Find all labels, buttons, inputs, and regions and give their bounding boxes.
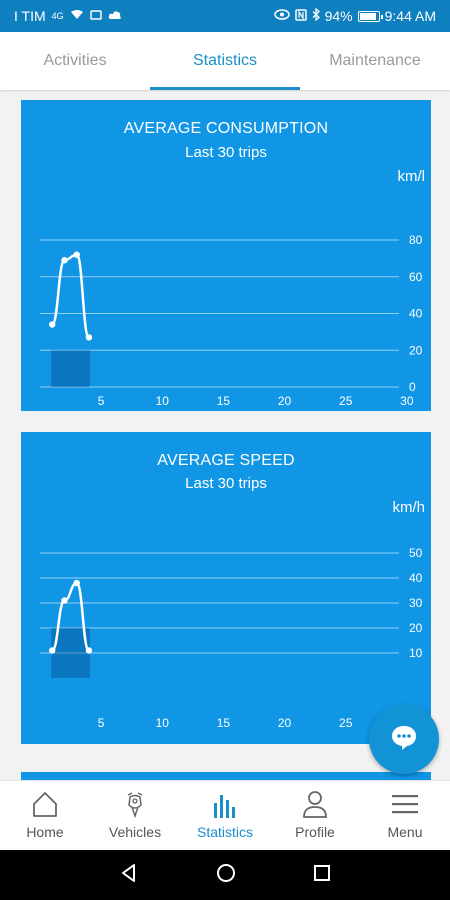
speed-chart: 10 20 30 40 50 5 10 15 20 25 [40, 546, 423, 730]
average-speed-card: AVERAGE SPEED Last 30 trips km/h 10 20 30 4… [21, 432, 431, 744]
network-type-icon: 4G [51, 10, 64, 21]
x-tick-label: 15 [217, 716, 231, 730]
nav-statistics[interactable]: Statistics [180, 781, 270, 850]
menu-icon [391, 787, 419, 821]
x-tick-label: 25 [339, 716, 353, 730]
tab-statistics[interactable]: Statistics [150, 32, 300, 90]
y-tick-label: 10 [409, 646, 423, 660]
home-circle-icon[interactable] [215, 862, 237, 889]
y-tick-label: 80 [409, 233, 423, 247]
statistics-content[interactable]: AVERAGE CONSUMPTION Last 30 trips km/l 0… [0, 90, 450, 780]
nfc-icon [294, 8, 307, 24]
chat-fab-button[interactable] [369, 704, 439, 774]
y-tick-label: 0 [409, 380, 416, 394]
recents-square-icon[interactable] [312, 863, 332, 888]
carrier-label: I TIM [14, 8, 46, 24]
nav-menu[interactable]: Menu [360, 781, 450, 850]
nav-label: Menu [387, 824, 423, 840]
battery-percent: 94% [324, 8, 353, 24]
wifi-icon [70, 9, 84, 23]
nav-home[interactable]: Home [0, 781, 90, 850]
nav-profile[interactable]: Profile [270, 781, 360, 850]
status-bar: I TIM 4G 94% 9:44 AM [0, 0, 450, 32]
back-icon[interactable] [118, 862, 140, 889]
y-tick-label: 40 [409, 571, 423, 585]
tab-maintenance[interactable]: Maintenance [300, 32, 450, 90]
y-tick-label: 40 [409, 307, 423, 321]
profile-icon [301, 787, 329, 821]
app-screen: I TIM 4G 94% 9:44 AM Activities Statisti… [0, 0, 450, 900]
chat-bubble-icon [389, 723, 419, 756]
x-tick-label: 15 [217, 394, 231, 408]
data-point [61, 597, 68, 604]
x-tick-label: 20 [278, 716, 292, 730]
nav-label: Home [26, 824, 64, 840]
clock-time: 9:44 AM [384, 8, 436, 24]
tab-activities[interactable]: Activities [0, 32, 150, 90]
x-tick-label: 5 [98, 394, 105, 408]
home-icon [31, 787, 59, 821]
y-tick-label: 20 [409, 621, 423, 635]
bottom-navigation: Home Vehicles Statistics Profile Menu [0, 780, 450, 850]
next-chart-card [21, 772, 431, 780]
data-point [85, 334, 93, 341]
data-point [73, 251, 80, 258]
usb-icon [89, 9, 102, 23]
system-navigation-bar [0, 850, 450, 900]
tab-label: Maintenance [329, 52, 421, 69]
nav-label: Profile [295, 824, 335, 840]
eye-icon [273, 9, 290, 23]
series-area [51, 350, 90, 387]
y-tick-label: 20 [409, 343, 423, 357]
y-tick-label: 50 [409, 546, 423, 560]
top-tab-bar: Activities Statistics Maintenance [0, 32, 450, 90]
y-tick-label: 30 [409, 596, 423, 610]
data-point [49, 321, 56, 328]
cloud-icon [108, 10, 122, 23]
data-point [73, 579, 80, 587]
tab-label: Activities [43, 52, 107, 69]
x-tick-label: 5 [98, 716, 105, 730]
y-tick-label: 60 [409, 270, 423, 284]
x-tick-label: 10 [156, 394, 170, 408]
nav-vehicles[interactable]: Vehicles [90, 781, 180, 850]
data-point [49, 647, 56, 654]
bluetooth-icon [312, 7, 320, 24]
x-tick-label: 20 [278, 394, 292, 408]
consumption-chart: 0 20 40 60 80 5 10 15 20 25 30 [40, 233, 423, 408]
vehicle-icon [120, 787, 150, 821]
nav-label: Statistics [196, 824, 253, 840]
x-tick-label: 30 [400, 394, 414, 408]
data-point [85, 647, 93, 654]
series-line [50, 253, 91, 339]
bar-chart-icon [212, 787, 238, 821]
average-consumption-card: AVERAGE CONSUMPTION Last 30 trips km/l 0… [21, 100, 431, 411]
tab-label: Statistics [192, 52, 257, 69]
data-point [61, 257, 68, 264]
nav-label: Vehicles [108, 824, 162, 840]
x-tick-label: 25 [339, 394, 353, 408]
x-tick-label: 10 [156, 716, 170, 730]
battery-icon [357, 10, 383, 22]
